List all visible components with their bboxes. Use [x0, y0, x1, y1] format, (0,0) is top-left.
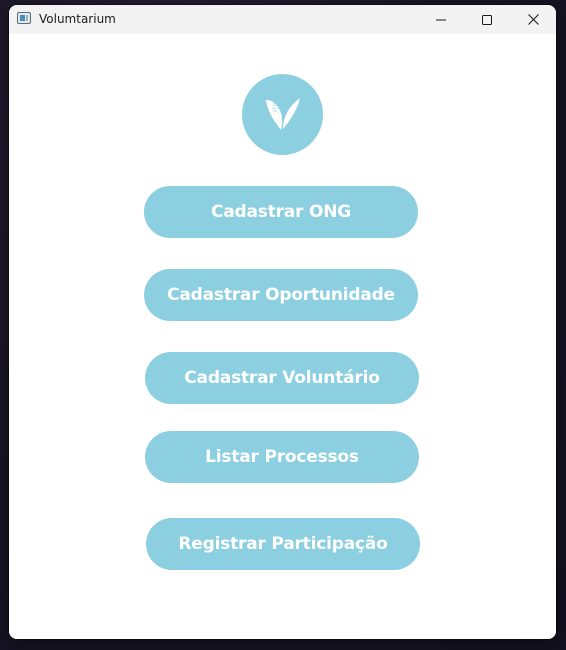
app-logo — [242, 74, 323, 155]
cadastrar-ong-button[interactable]: Cadastrar ONG — [144, 186, 418, 238]
cadastrar-oportunidade-button[interactable]: Cadastrar Oportunidade — [144, 269, 418, 321]
maximize-button[interactable] — [464, 5, 510, 34]
app-window: Volumtarium Cadastrar ONG Cadastrar Opor… — [9, 5, 556, 639]
maximize-icon — [482, 14, 492, 25]
leaf-v-logo-icon — [265, 97, 300, 130]
listar-processos-button[interactable]: Listar Processos — [145, 431, 419, 483]
title-bar[interactable]: Volumtarium — [9, 5, 556, 34]
main-content: Cadastrar ONG Cadastrar Oportunidade Cad… — [9, 34, 556, 639]
app-window-icon — [17, 12, 31, 24]
cadastrar-voluntario-button[interactable]: Cadastrar Voluntário — [145, 352, 419, 404]
minimize-button[interactable] — [418, 5, 464, 34]
minimize-icon — [436, 19, 446, 20]
close-icon — [527, 14, 539, 25]
registrar-participacao-button[interactable]: Registrar Participação — [146, 518, 420, 570]
window-title: Volumtarium — [39, 12, 116, 26]
close-button[interactable] — [510, 5, 556, 34]
